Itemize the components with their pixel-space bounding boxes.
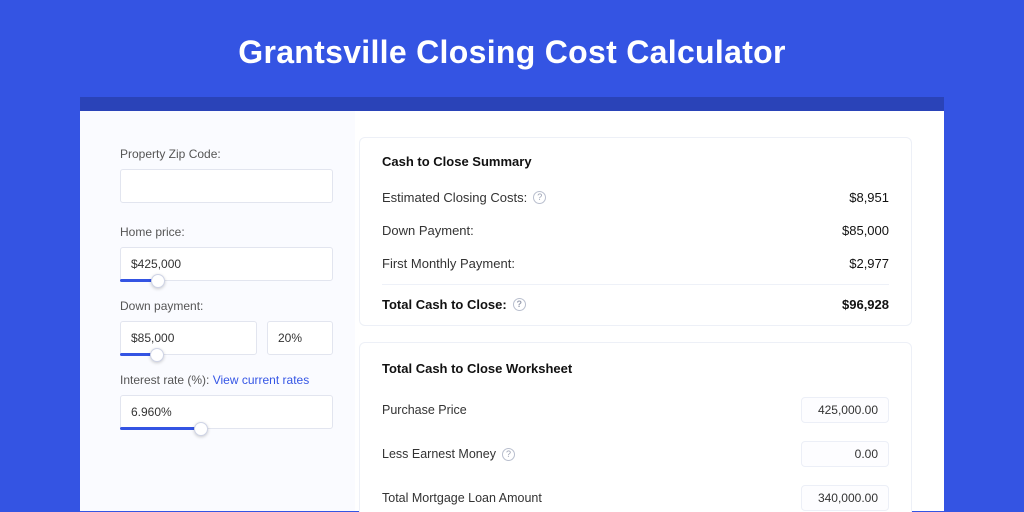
results-panel: Cash to Close Summary Estimated Closing … — [355, 111, 944, 511]
worksheet-rows: Purchase Price 425,000.00 Less Earnest Mon… — [382, 388, 889, 512]
worksheet-row: Purchase Price 425,000.00 — [382, 388, 889, 432]
worksheet-row-label: Less Earnest Money — [382, 447, 496, 461]
down-payment-field: Down payment: $85,000 20% — [120, 299, 333, 355]
worksheet-row-label: Purchase Price — [382, 403, 467, 417]
summary-row-label: Estimated Closing Costs: — [382, 190, 527, 205]
down-payment-percent-input[interactable]: 20% — [267, 321, 333, 355]
question-circle-icon[interactable]: ? — [513, 298, 526, 311]
question-circle-icon[interactable]: ? — [502, 448, 515, 461]
worksheet-row-value-input[interactable]: 0.00 — [801, 441, 889, 467]
worksheet-section: Total Cash to Close Worksheet Purchase P… — [359, 342, 912, 512]
slider-fill — [120, 427, 201, 430]
calculator-card: Property Zip Code: Home price: $425,000 … — [80, 111, 944, 511]
slider-thumb[interactable] — [194, 422, 208, 436]
interest-rate-field: Interest rate (%): View current rates 6.… — [120, 373, 333, 429]
worksheet-row-value-input[interactable]: 425,000.00 — [801, 397, 889, 423]
worksheet-title: Total Cash to Close Worksheet — [382, 361, 889, 376]
page-title: Grantsville Closing Cost Calculator — [0, 34, 1024, 71]
summary-row-value: $2,977 — [849, 256, 889, 271]
question-circle-icon[interactable]: ? — [533, 191, 546, 204]
worksheet-row-value-input[interactable]: 340,000.00 — [801, 485, 889, 511]
summary-row-label: Down Payment: — [382, 223, 474, 238]
summary-row: First Monthly Payment: $2,977 — [382, 247, 889, 280]
summary-total-value: $96,928 — [842, 297, 889, 312]
slider-thumb[interactable] — [150, 348, 164, 362]
interest-rate-label: Interest rate (%): View current rates — [120, 373, 333, 387]
interest-rate-label-text: Interest rate (%): — [120, 373, 209, 387]
down-payment-label: Down payment: — [120, 299, 333, 313]
worksheet-row-label: Total Mortgage Loan Amount — [382, 491, 542, 505]
summary-row-value: $8,951 — [849, 190, 889, 205]
summary-row-label: First Monthly Payment: — [382, 256, 515, 271]
inputs-panel: Property Zip Code: Home price: $425,000 … — [80, 111, 355, 511]
slider-thumb[interactable] — [151, 274, 165, 288]
summary-title: Cash to Close Summary — [382, 154, 889, 169]
summary-rows: Estimated Closing Costs:? $8,951 Down Paym… — [382, 181, 889, 280]
summary-section: Cash to Close Summary Estimated Closing … — [359, 137, 912, 326]
view-rates-link[interactable]: View current rates — [213, 373, 310, 387]
summary-total-label: Total Cash to Close: — [382, 297, 507, 312]
zip-label: Property Zip Code: — [120, 147, 333, 161]
card-shadow — [80, 97, 944, 111]
summary-row-value: $85,000 — [842, 223, 889, 238]
worksheet-row: Total Mortgage Loan Amount 340,000.00 — [382, 476, 889, 512]
summary-row: Down Payment: $85,000 — [382, 214, 889, 247]
page-header: Grantsville Closing Cost Calculator — [0, 0, 1024, 97]
summary-total-row: Total Cash to Close: ? $96,928 — [382, 284, 889, 321]
home-price-field: Home price: $425,000 — [120, 225, 333, 281]
interest-rate-input[interactable]: 6.960% — [120, 395, 333, 429]
summary-row: Estimated Closing Costs:? $8,951 — [382, 181, 889, 214]
worksheet-row: Less Earnest Money? 0.00 — [382, 432, 889, 476]
down-payment-amount-input[interactable]: $85,000 — [120, 321, 257, 355]
zip-field: Property Zip Code: — [120, 147, 333, 203]
zip-input[interactable] — [120, 169, 333, 203]
home-price-label: Home price: — [120, 225, 333, 239]
